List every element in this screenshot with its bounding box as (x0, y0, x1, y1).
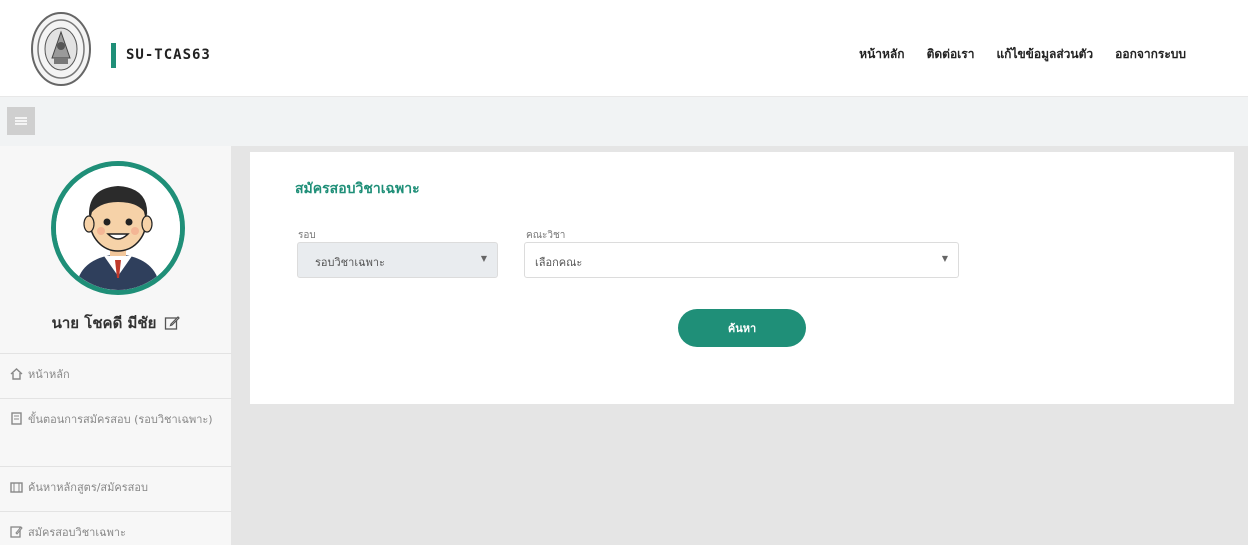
sidebar-item-label: ค้นหาหลักสูตร/สมัครสอบ (28, 481, 148, 494)
faculty-select-value: เลือกคณะ (535, 256, 583, 269)
brand-accent-bar (111, 43, 116, 68)
user-avatar (51, 161, 185, 295)
nav-edit-profile-link[interactable]: แก้ไขข้อมูลส่วนตัว (996, 45, 1093, 64)
sidebar-item-home[interactable]: หน้าหลัก (0, 353, 232, 398)
top-nav: หน้าหลัก ติดต่อเรา แก้ไขข้อมูลส่วนตัว ออ… (859, 45, 1186, 64)
sidebar-item-label: สมัครสอบวิชาเฉพาะ (28, 526, 126, 539)
user-name: นาย โชคดี มีชัย (51, 314, 157, 332)
faculty-select[interactable]: เลือกคณะ ▼ (524, 242, 959, 278)
chevron-down-icon: ▼ (480, 254, 487, 263)
sidebar-item-steps[interactable]: ขั้นตอนการสมัครสอบ (รอบวิชาเฉพาะ) (0, 398, 232, 466)
sidebar-item-apply-exam[interactable]: สมัครสอบวิชาเฉพาะ (0, 511, 232, 545)
sidebar-item-search-course[interactable]: ค้นหาหลักสูตร/สมัครสอบ (0, 466, 232, 511)
building-icon (10, 480, 23, 493)
hamburger-icon (15, 117, 27, 125)
page-title: สมัครสอบวิชาเฉพาะ (295, 181, 420, 197)
top-header: SU-TCAS63 หน้าหลัก ติดต่อเรา แก้ไขข้อมูล… (0, 0, 1248, 96)
side-menu: หน้าหลัก ขั้นตอนการสมัครสอบ (รอบวิชาเฉพา… (0, 353, 232, 545)
round-select-value: รอบวิชาเฉพาะ (315, 256, 385, 269)
sidebar-toggle-button[interactable] (7, 107, 35, 135)
search-button[interactable]: ค้นหา (678, 309, 806, 347)
user-name-row: นาย โชคดี มีชัย (0, 311, 232, 335)
brand-name[interactable]: SU-TCAS63 (126, 47, 211, 63)
university-logo[interactable] (30, 10, 92, 88)
book-icon (10, 412, 23, 425)
round-label: รอบ (298, 230, 316, 241)
round-select[interactable]: รอบวิชาเฉพาะ ▼ (297, 242, 498, 278)
nav-contact-link[interactable]: ติดต่อเรา (927, 45, 975, 64)
sidebar-item-label: หน้าหลัก (28, 368, 70, 381)
faculty-label: คณะวิชา (526, 230, 566, 241)
toolbar (0, 96, 1248, 146)
edit-profile-icon[interactable] (164, 315, 181, 331)
edit-icon (10, 525, 23, 538)
sidebar: นาย โชคดี มีชัย หน้าหลัก ขั้นตอนการสมัคร… (0, 146, 232, 545)
apply-exam-card: สมัครสอบวิชาเฉพาะ รอบ รอบวิชาเฉพาะ ▼ คณะ… (250, 152, 1234, 404)
nav-home-link[interactable]: หน้าหลัก (859, 45, 904, 64)
home-icon (10, 367, 23, 380)
nav-logout-link[interactable]: ออกจากระบบ (1115, 45, 1186, 64)
sidebar-item-label: ขั้นตอนการสมัครสอบ (รอบวิชาเฉพาะ) (28, 413, 213, 426)
chevron-down-icon: ▼ (941, 254, 948, 263)
